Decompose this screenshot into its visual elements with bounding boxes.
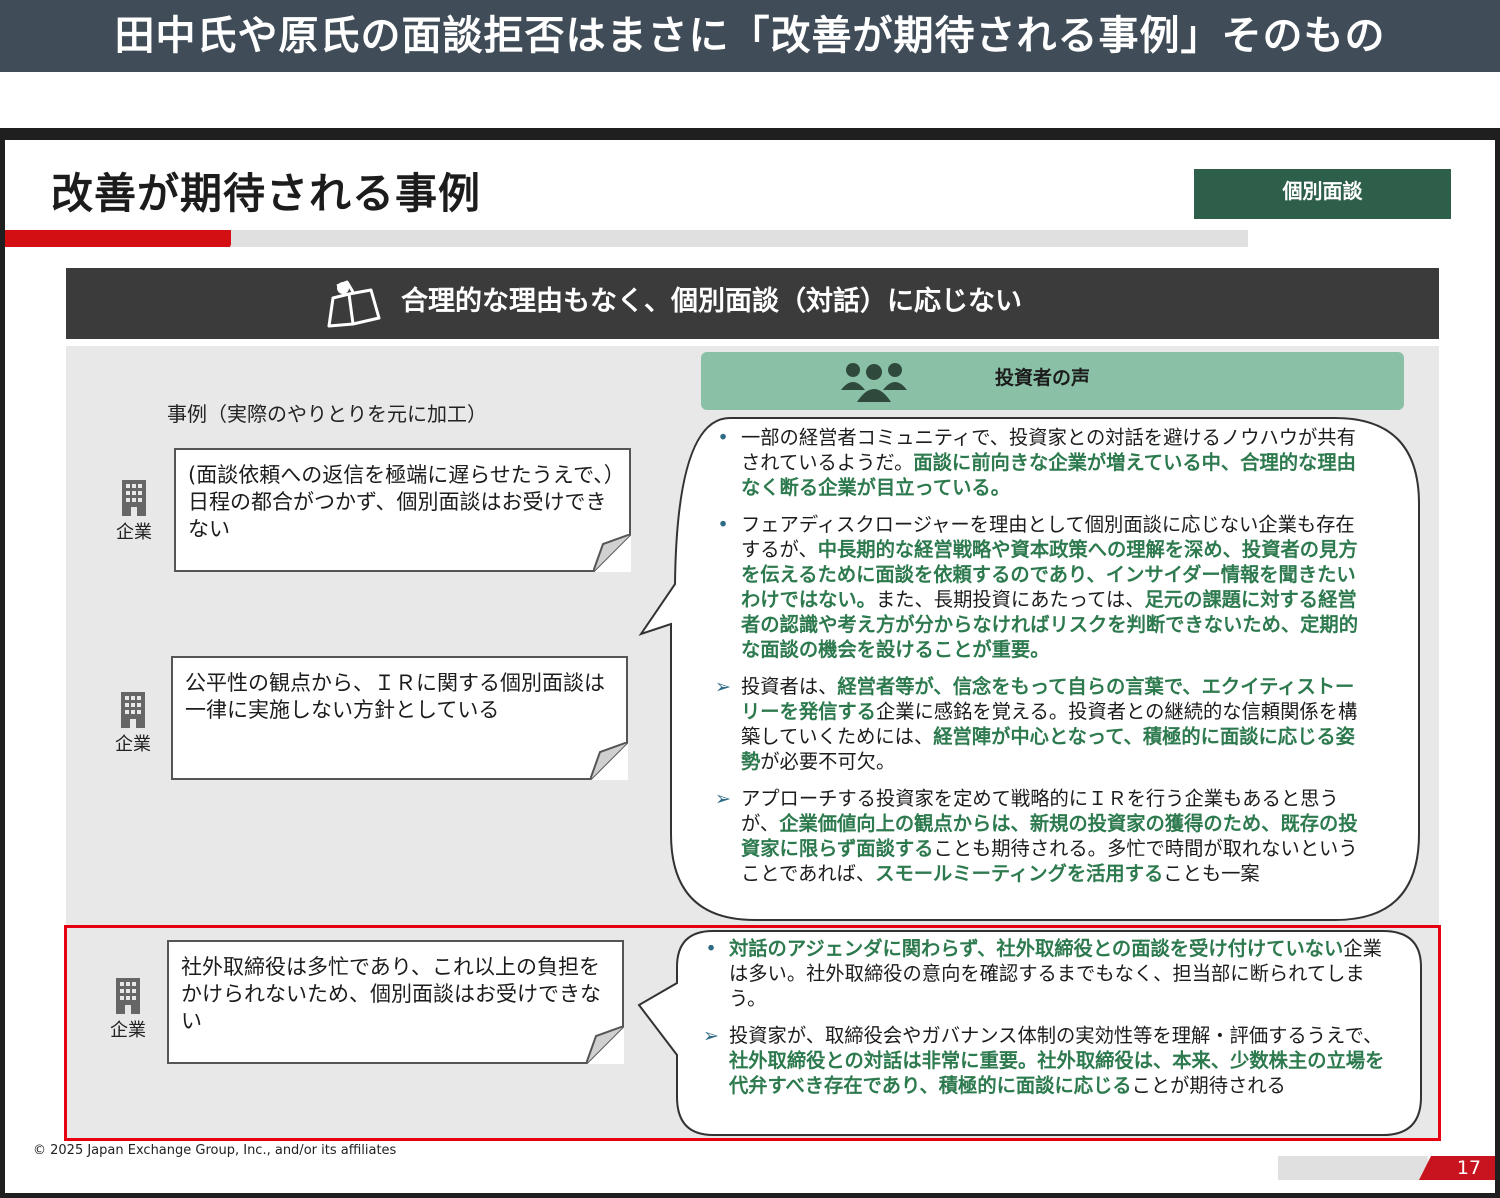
company-label: 企業 bbox=[115, 734, 151, 755]
case-note-3: 社外取締役は多忙であり、これ以上の負担をかけられないため、個別面談はお受けできな… bbox=[167, 940, 624, 1064]
bullet-icon: • bbox=[717, 426, 729, 449]
copyright: © 2025 Japan Exchange Group, Inc., and/o… bbox=[33, 1143, 397, 1158]
voice-emphasis: スモールミーティングを活用する bbox=[875, 862, 1164, 885]
slide-title: 改善が期待される事例 bbox=[51, 169, 482, 218]
section-header-text: 合理的な理由もなく、個別面談（対話）に応じない bbox=[401, 286, 1022, 317]
building-icon bbox=[121, 692, 145, 728]
company-marker-2: 企業 bbox=[108, 692, 158, 756]
arrow-bullet-icon: ➢ bbox=[714, 787, 732, 810]
arrow-bullet-icon: ➢ bbox=[714, 675, 732, 698]
accent-bar bbox=[5, 230, 237, 247]
arrow-bullet-icon: ➢ bbox=[702, 1024, 720, 1047]
case-note-text: 社外取締役は多忙であり、これ以上の負担をかけられないため、個別面談はお受けできな… bbox=[181, 955, 601, 1033]
voice-item: ➢ 投資者は、経営者等が、信念をもって自らの言葉で、エクイティストーリーを発信する… bbox=[711, 674, 1373, 774]
banner-title: 田中氏や原氏の面談拒否はまさに「改善が期待される事例」そのもの bbox=[0, 0, 1500, 72]
slide: 改善が期待される事例 個別面談 合理的な理由もなく、個別面談（対話）に応じない … bbox=[5, 140, 1495, 1193]
bullet-icon: • bbox=[717, 513, 729, 536]
voice-emphasis: 社外取締役との対話は非常に重要。社外取締役は、本来、少数株主の立場を代弁すべき存… bbox=[729, 1049, 1385, 1097]
voice-item: ➢ アプローチする投資家を定めて戦略的にＩＲを行う企業もあると思うが、企業価値向上… bbox=[711, 786, 1373, 886]
building-icon bbox=[122, 480, 146, 516]
building-icon bbox=[116, 978, 140, 1014]
voice-item: • フェアディスクロージャーを理由として個別面談に応じない企業も存在するが、中長期… bbox=[711, 512, 1373, 662]
voice-item: • 対話のアジェンダに関わらず、社外取締役との面談を受け付けていない企業は多い。社… bbox=[699, 936, 1385, 1011]
company-marker-1: 企業 bbox=[109, 480, 159, 544]
voice-text: ことも一案 bbox=[1163, 862, 1260, 885]
case-note-1: (面談依頼への返信を極端に遅らせたうえで、）日程の都合がつかず、個別面談はお受け… bbox=[174, 448, 631, 572]
footer-bar bbox=[1278, 1156, 1428, 1180]
case-note-text: (面談依頼への返信を極端に遅らせたうえで、）日程の都合がつかず、個別面談はお受け… bbox=[188, 463, 615, 541]
voice-item: • 一部の経営者コミュニティで、投資家との対話を避けるノウハウが共有されているよう… bbox=[711, 425, 1373, 500]
divider-bar bbox=[231, 230, 1248, 247]
voice-list-1: • 一部の経営者コミュニティで、投資家との対話を避けるノウハウが共有されているよう… bbox=[711, 425, 1373, 898]
category-badge: 個別面談 bbox=[1194, 169, 1451, 219]
company-label: 企業 bbox=[110, 1020, 146, 1041]
voice-emphasis: 対話のアジェンダに関わらず、社外取締役との面談を受け付けていない bbox=[729, 937, 1344, 960]
case-note-2: 公平性の観点から、ＩＲに関する個別面談は一律に実施しない方針としている bbox=[171, 656, 628, 780]
hand-document-icon bbox=[327, 280, 381, 328]
people-icon bbox=[841, 363, 907, 402]
case-label: 事例（実際のやりとりを元に加工） bbox=[167, 402, 487, 426]
voice-text: また、長期投資にあたっては、 bbox=[875, 588, 1145, 611]
page-fold bbox=[586, 1026, 624, 1064]
voice-list-2: • 対話のアジェンダに関わらず、社外取締役との面談を受け付けていない企業は多い。社… bbox=[699, 936, 1385, 1110]
voice-text: が必要不可欠。 bbox=[760, 750, 896, 773]
company-label: 企業 bbox=[116, 522, 152, 543]
company-marker-3: 企業 bbox=[103, 978, 153, 1042]
investor-voice-title: 投資者の声 bbox=[995, 367, 1091, 389]
page-number: 17 bbox=[1419, 1156, 1495, 1180]
page-fold bbox=[590, 742, 628, 780]
bullet-icon: • bbox=[705, 937, 717, 960]
voice-text: 投資者は、 bbox=[741, 675, 838, 698]
voice-text: ことが期待される bbox=[1131, 1074, 1286, 1097]
page-fold bbox=[593, 534, 631, 572]
voice-item: ➢ 投資家が、取締役会やガバナンス体制の実効性等を理解・評価するうえで、社外取締役… bbox=[699, 1023, 1385, 1098]
voice-text: 投資家が、取締役会やガバナンス体制の実効性等を理解・評価するうえで、 bbox=[729, 1024, 1383, 1047]
case-note-text: 公平性の観点から、ＩＲに関する個別面談は一律に実施しない方針としている bbox=[185, 671, 605, 722]
